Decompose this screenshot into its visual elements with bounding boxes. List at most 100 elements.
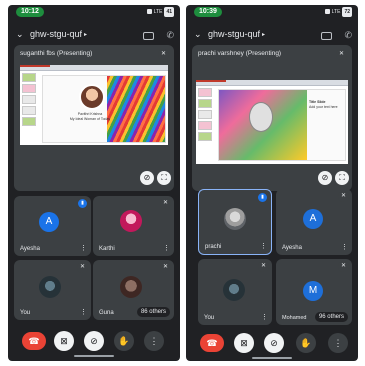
participant-name: Mohamed (282, 315, 307, 321)
camera-flip-icon[interactable] (143, 32, 154, 40)
more-vert-icon: ⋮ (333, 338, 343, 348)
presentation-tile[interactable]: suganthi fbs (Presenting) ✕ Pavithri Kri… (14, 45, 174, 191)
mic-off-icon: ⊘ (321, 173, 329, 182)
unpin-button[interactable]: ⊘ (140, 171, 154, 185)
mic-off-icon: ✕ (338, 261, 349, 272)
home-indicator[interactable] (74, 355, 114, 357)
mic-off-icon: ✕ (258, 261, 269, 272)
more-options-button[interactable]: ⋮ (144, 331, 164, 351)
presenter-label: prachi varshney (Presenting) (198, 50, 282, 57)
status-time: 10:12 (16, 7, 44, 17)
slide-toolbar (196, 80, 348, 86)
right-phone-screen: 10:39 LTE 72 ⌄ ghw-stgu-quf ▸ ✆ prachi var… (186, 5, 358, 361)
slide-thumbnails (198, 88, 212, 143)
more-vert-icon[interactable]: ⋮ (80, 245, 87, 252)
fullscreen-button[interactable]: ⛶ (335, 171, 349, 185)
fullscreen-button[interactable]: ⛶ (157, 171, 171, 185)
signal-icon (324, 9, 330, 15)
slide-text-line2: Add your text here (309, 104, 338, 109)
raise-hand-button[interactable]: ✋ (296, 333, 316, 353)
avatar: A (39, 212, 59, 232)
network-label: LTE (153, 9, 163, 15)
participant-name: You (204, 315, 215, 321)
camera-toggle-button[interactable]: ⊠ (234, 333, 254, 353)
shared-slide: Pavithri Krishna My Ideal Woman of Today (20, 65, 168, 145)
slide-colored-pencils (107, 76, 165, 142)
status-time: 10:39 (194, 7, 222, 17)
call-controls: ☎ ⊠ ⊘ ✋ ⋮ (186, 332, 358, 354)
shared-slide: Title Slide Add your text here (196, 80, 348, 164)
more-vert-icon: ⋮ (149, 336, 159, 346)
avatar (120, 210, 142, 232)
presentation-tile[interactable]: prachi varshney (Presenting) ✕ Title Sli… (192, 45, 352, 191)
slide-thumbnails (22, 73, 36, 128)
participant-tile[interactable]: ✕ M Mohamed 96 others (276, 259, 352, 325)
others-count-badge[interactable]: 86 others (136, 307, 170, 317)
chevron-down-icon[interactable]: ⌄ (16, 29, 24, 40)
phone-icon[interactable]: ✆ (344, 30, 352, 41)
network-label: LTE (331, 9, 341, 15)
more-vert-icon[interactable]: ⋮ (80, 309, 87, 316)
slide-collage (219, 90, 307, 160)
mic-toggle-button[interactable]: ⊘ (264, 333, 284, 353)
participant-name: prachi (205, 244, 222, 250)
meeting-code[interactable]: ghw-stgu-quf ▸ (208, 29, 265, 39)
status-indicators: LTE 41 (146, 7, 174, 17)
fullscreen-icon: ⛶ (339, 173, 345, 182)
participant-tile[interactable]: ✕ A Ayesha ⋮ (276, 189, 352, 255)
slide-canvas: Pavithri Krishna My Ideal Woman of Today (42, 75, 166, 143)
chevron-right-icon: ▸ (84, 32, 88, 39)
participant-tile[interactable]: ▮ A Ayesha ⋮ (14, 196, 91, 256)
participant-tile[interactable]: ✕ Guna 86 others (93, 260, 174, 320)
mic-off-icon: ⊘ (90, 336, 98, 346)
more-vert-icon[interactable]: ⋮ (163, 245, 170, 252)
camera-off-icon: ⊠ (240, 338, 248, 348)
call-end-icon: ☎ (206, 338, 218, 348)
phone-icon[interactable]: ✆ (166, 30, 174, 41)
mic-off-icon: ✕ (160, 198, 171, 209)
slide-portrait (249, 102, 273, 132)
avatar (39, 276, 61, 298)
camera-toggle-button[interactable]: ⊠ (54, 331, 74, 351)
camera-flip-icon[interactable] (321, 32, 332, 40)
more-vert-icon[interactable]: ⋮ (261, 314, 268, 321)
battery-icon: 41 (164, 7, 174, 17)
signal-icon (146, 9, 152, 15)
participant-name: Ayesha (20, 246, 40, 252)
avatar (224, 208, 246, 230)
participant-name: Karthi (99, 246, 115, 252)
fullscreen-icon: ⛶ (161, 173, 167, 182)
participant-name: You (20, 310, 31, 316)
call-end-icon: ☎ (28, 336, 40, 346)
mic-toggle-button[interactable]: ⊘ (84, 331, 104, 351)
more-options-button[interactable]: ⋮ (328, 333, 348, 353)
others-count-badge[interactable]: 96 others (314, 312, 348, 322)
mic-off-icon: ✕ (336, 49, 347, 60)
speaking-indicator-icon: ▮ (78, 199, 87, 208)
presenter-label: suganthi fbs (Presenting) (20, 50, 93, 57)
participant-tile[interactable]: ✕ You ⋮ (198, 259, 272, 325)
meeting-code[interactable]: ghw-stgu-quf ▸ (30, 29, 87, 39)
more-vert-icon[interactable]: ⋮ (341, 244, 348, 251)
participant-tile[interactable]: ▮ prachi ⋮ (198, 189, 272, 255)
raise-hand-button[interactable]: ✋ (114, 331, 134, 351)
mic-off-icon: ✕ (160, 262, 171, 273)
avatar: A (303, 209, 323, 229)
home-indicator[interactable] (252, 357, 292, 359)
slide-text-line2: My Ideal Woman of Today (69, 116, 111, 121)
mic-off-icon: ⊘ (270, 338, 278, 348)
end-call-button[interactable]: ☎ (22, 332, 46, 350)
status-bar: 10:12 LTE 41 (8, 5, 180, 19)
status-bar: 10:39 LTE 72 (186, 5, 358, 19)
participant-tile[interactable]: ✕ Karthi ⋮ (93, 196, 174, 256)
battery-icon: 72 (342, 7, 352, 17)
unpin-button[interactable]: ⊘ (318, 171, 332, 185)
more-vert-icon[interactable]: ⋮ (260, 243, 267, 250)
chevron-down-icon[interactable]: ⌄ (194, 29, 202, 40)
meeting-code-text: ghw-stgu-quf (30, 29, 83, 39)
end-call-button[interactable]: ☎ (200, 334, 224, 352)
mic-off-icon: ✕ (77, 262, 88, 273)
camera-off-icon: ⊠ (60, 336, 68, 346)
left-phone-screen: 10:12 LTE 41 ⌄ ghw-stgu-quf ▸ ✆ suganthi f… (8, 5, 180, 361)
participant-tile[interactable]: ✕ You ⋮ (14, 260, 91, 320)
